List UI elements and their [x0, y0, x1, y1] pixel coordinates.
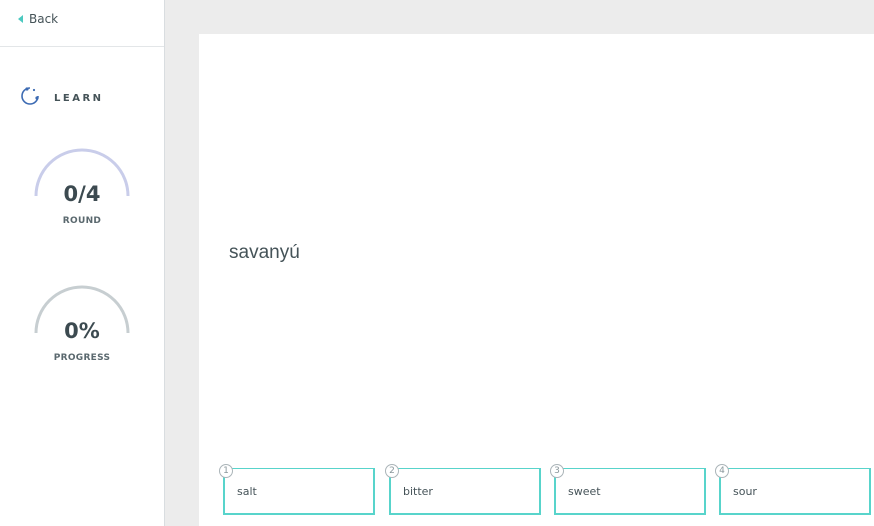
option-number-badge: 2 — [385, 464, 399, 478]
prompt-term: savanyú — [229, 242, 300, 263]
answer-option-4[interactable]: 4 sour — [715, 464, 871, 515]
option-number-badge: 4 — [715, 464, 729, 478]
answer-text: salt — [237, 485, 257, 498]
back-button[interactable]: Back — [18, 12, 58, 26]
option-number-badge: 1 — [219, 464, 233, 478]
round-value: 0/4 — [63, 182, 101, 206]
sidebar: Back LEARN 0/4 ROUND 0% PROGRESS — [0, 0, 165, 526]
learn-label: LEARN — [54, 92, 104, 104]
answer-options: 1 salt 2 bitter 3 sweet 4 sour — [219, 464, 874, 526]
progress-label: PROGRESS — [53, 353, 111, 363]
answer-option-2[interactable]: 2 bitter — [385, 464, 541, 515]
progress-value: 0% — [64, 319, 100, 343]
learn-mode-header: LEARN — [20, 86, 104, 110]
back-label: Back — [29, 12, 59, 26]
answer-text: sour — [733, 485, 757, 498]
answer-text: sweet — [568, 485, 601, 498]
question-card: savanyú 1 salt 2 bitter 3 sweet 4 sour — [199, 34, 874, 526]
option-number-badge: 3 — [550, 464, 564, 478]
back-arrow-icon — [18, 15, 23, 23]
divider — [0, 46, 164, 47]
answer-option-1[interactable]: 1 salt — [219, 464, 375, 515]
answer-option-3[interactable]: 3 sweet — [550, 464, 706, 515]
learn-icon — [20, 86, 40, 110]
round-label: ROUND — [62, 216, 102, 226]
round-gauge: 0/4 ROUND — [30, 148, 134, 226]
main-area: savanyú 1 salt 2 bitter 3 sweet 4 sour — [165, 0, 874, 526]
answer-text: bitter — [403, 485, 433, 498]
progress-gauge: 0% PROGRESS — [30, 285, 134, 363]
